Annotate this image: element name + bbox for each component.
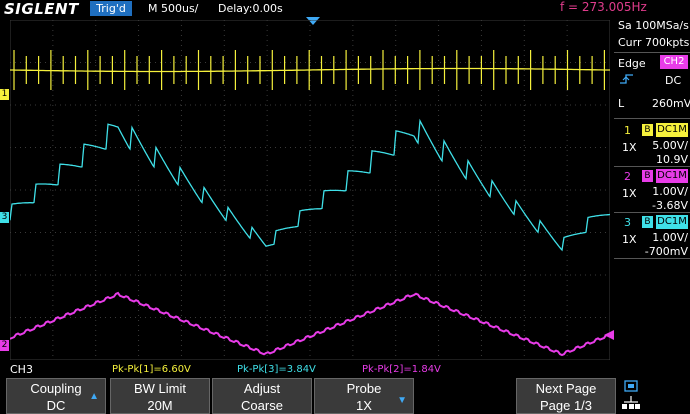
- network-icon: [622, 380, 640, 409]
- coupling-badge: DC1M: [656, 215, 688, 229]
- coupling-badge: DC1M: [656, 123, 688, 137]
- measurement-pkpk-ch2: Pk-Pk[2]=1.84V: [362, 364, 441, 375]
- sample-rate: Sa 100MSa/s: [618, 19, 689, 32]
- channel-number: 3: [624, 216, 631, 229]
- delay-readout[interactable]: Delay:0.00s: [218, 2, 283, 15]
- trigger-status-badge: Trig'd: [90, 1, 132, 16]
- bw-limit-value: 20M: [147, 398, 173, 413]
- up-arrow-icon: ▲: [89, 391, 99, 402]
- vertical-offset: -3.68V: [652, 199, 688, 212]
- adjust-button[interactable]: Adjust Coarse: [212, 378, 312, 414]
- trigger-source-badge[interactable]: CH2: [660, 55, 688, 69]
- vertical-offset: 10.9V: [655, 153, 688, 166]
- coupling-button[interactable]: Coupling DC ▲: [6, 378, 106, 414]
- channel-number: 2: [624, 170, 631, 183]
- bw-limit-label: BW Limit: [134, 381, 186, 396]
- next-page-label: Next Page: [535, 381, 597, 396]
- vertical-scale: 1.00V/: [652, 185, 688, 198]
- measurement-pkpk-ch3: Pk-Pk[3]=3.84V: [237, 364, 316, 375]
- vertical-scale: 1.00V/: [652, 231, 688, 244]
- bw-limit-badge: B: [642, 216, 653, 228]
- divider: [614, 166, 690, 167]
- adjust-label: Adjust: [243, 381, 281, 396]
- vertical-scale: 5.00V/: [652, 139, 688, 152]
- bw-limit-badge: B: [642, 124, 653, 136]
- measurement-pkpk-ch1: Pk-Pk[1]=6.60V: [112, 364, 191, 375]
- bw-limit-badge: B: [642, 170, 653, 182]
- bw-limit-button[interactable]: BW Limit 20M: [110, 378, 210, 414]
- trigger-coupling: DC: [665, 74, 682, 87]
- frequency-counter: f = 273.005Hz: [560, 0, 647, 14]
- adjust-value: Coarse: [241, 398, 283, 413]
- trigger-level-marker[interactable]: [604, 330, 614, 340]
- ch1-spikes: [13, 50, 606, 90]
- channel-number: 1: [624, 124, 631, 137]
- waveform-display[interactable]: [10, 20, 610, 360]
- probe-label: Probe: [346, 381, 382, 396]
- page-indicator: Page 1/3: [539, 398, 593, 413]
- next-page-button[interactable]: Next Page Page 1/3: [516, 378, 616, 414]
- ch1-level-marker[interactable]: 1: [0, 89, 9, 100]
- trigger-level-label: L: [618, 97, 625, 110]
- top-status-bar: SIGLENT Trig'd M 500us/ Delay:0.00s f = …: [0, 0, 690, 18]
- ch3-level-marker[interactable]: 3: [0, 212, 9, 223]
- channel-block-1[interactable]: 1 B DC1M 1X 5.00V/10.9V: [614, 122, 690, 166]
- probe-ratio: 1X: [622, 233, 637, 246]
- trigger-type[interactable]: Edge: [618, 57, 646, 70]
- logo: SIGLENT: [4, 0, 79, 18]
- timebase-readout[interactable]: M 500us/: [148, 2, 198, 15]
- divider: [614, 258, 690, 259]
- probe-ratio: 1X: [622, 187, 637, 200]
- measurement-bar: CH3 Pk-Pk[1]=6.60V Pk-Pk[3]=3.84V Pk-Pk[…: [0, 362, 614, 376]
- divider: [614, 212, 690, 213]
- active-channel-label: CH3: [10, 363, 33, 376]
- probe-ratio: 1X: [622, 141, 637, 154]
- trigger-edge-icon: [620, 74, 633, 84]
- channel-block-2[interactable]: 2 B DC1M 1X 1.00V/-3.68V: [614, 168, 690, 212]
- vertical-offset: -700mV: [644, 245, 688, 258]
- memory-depth: Curr 700kpts: [618, 36, 690, 49]
- down-arrow-icon: ▼: [397, 395, 407, 406]
- coupling-badge: DC1M: [656, 169, 688, 183]
- divider: [614, 52, 690, 53]
- trigger-level-value: 260mV: [652, 97, 690, 110]
- ch2-level-marker[interactable]: 2: [0, 340, 9, 351]
- probe-button[interactable]: Probe 1X ▼: [314, 378, 414, 414]
- divider: [614, 118, 690, 119]
- channel-block-3[interactable]: 3 B DC1M 1X 1.00V/-700mV: [614, 214, 690, 258]
